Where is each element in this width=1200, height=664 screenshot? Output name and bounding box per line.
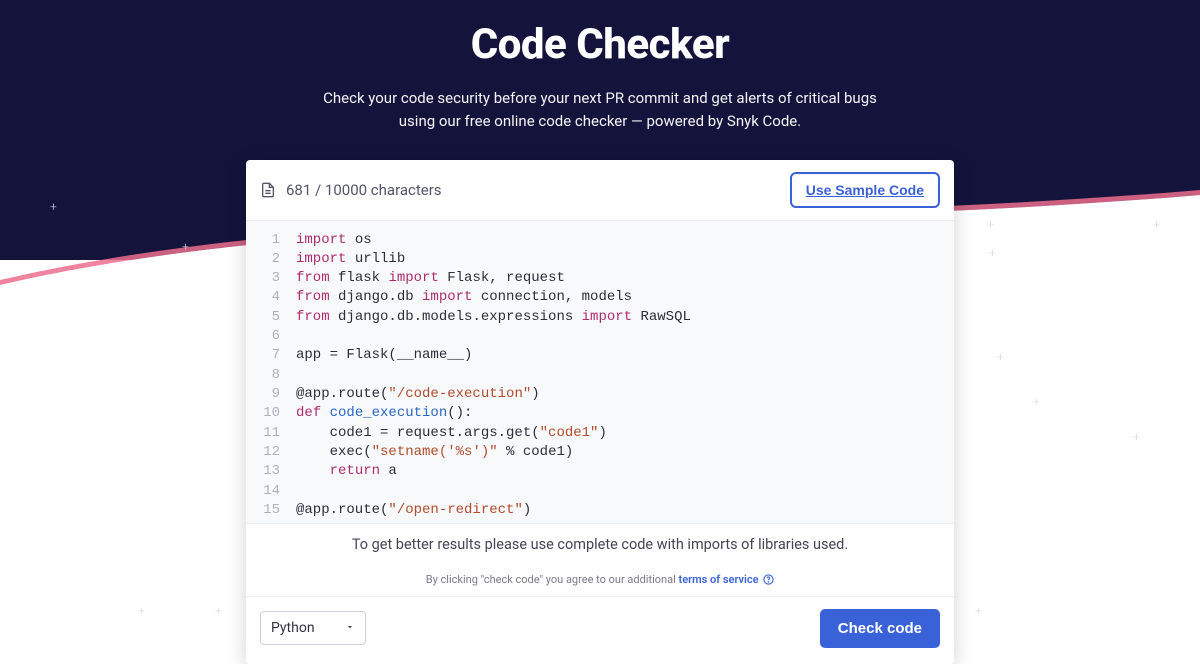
chevron-down-icon: [345, 620, 355, 636]
help-icon[interactable]: [763, 574, 774, 585]
use-sample-code-button[interactable]: Use Sample Code: [790, 172, 940, 208]
code-checker-card: 681 / 10000 characters Use Sample Code 1…: [246, 160, 954, 664]
page-title: Code Checker: [0, 20, 1200, 69]
code-editor[interactable]: 123456789101112131415 import osimport ur…: [246, 221, 954, 523]
document-icon: [260, 182, 276, 198]
terms-of-service-link[interactable]: terms of service: [679, 573, 759, 586]
hint-text: To get better results please use complet…: [246, 523, 954, 565]
page-subtitle: Check your code security before your nex…: [0, 87, 1200, 134]
terms-text: By clicking "check code" you agree to ou…: [246, 565, 954, 597]
language-select[interactable]: Python: [260, 611, 366, 645]
check-code-button[interactable]: Check code: [820, 609, 940, 648]
char-count: 681 / 10000 characters: [286, 181, 442, 199]
